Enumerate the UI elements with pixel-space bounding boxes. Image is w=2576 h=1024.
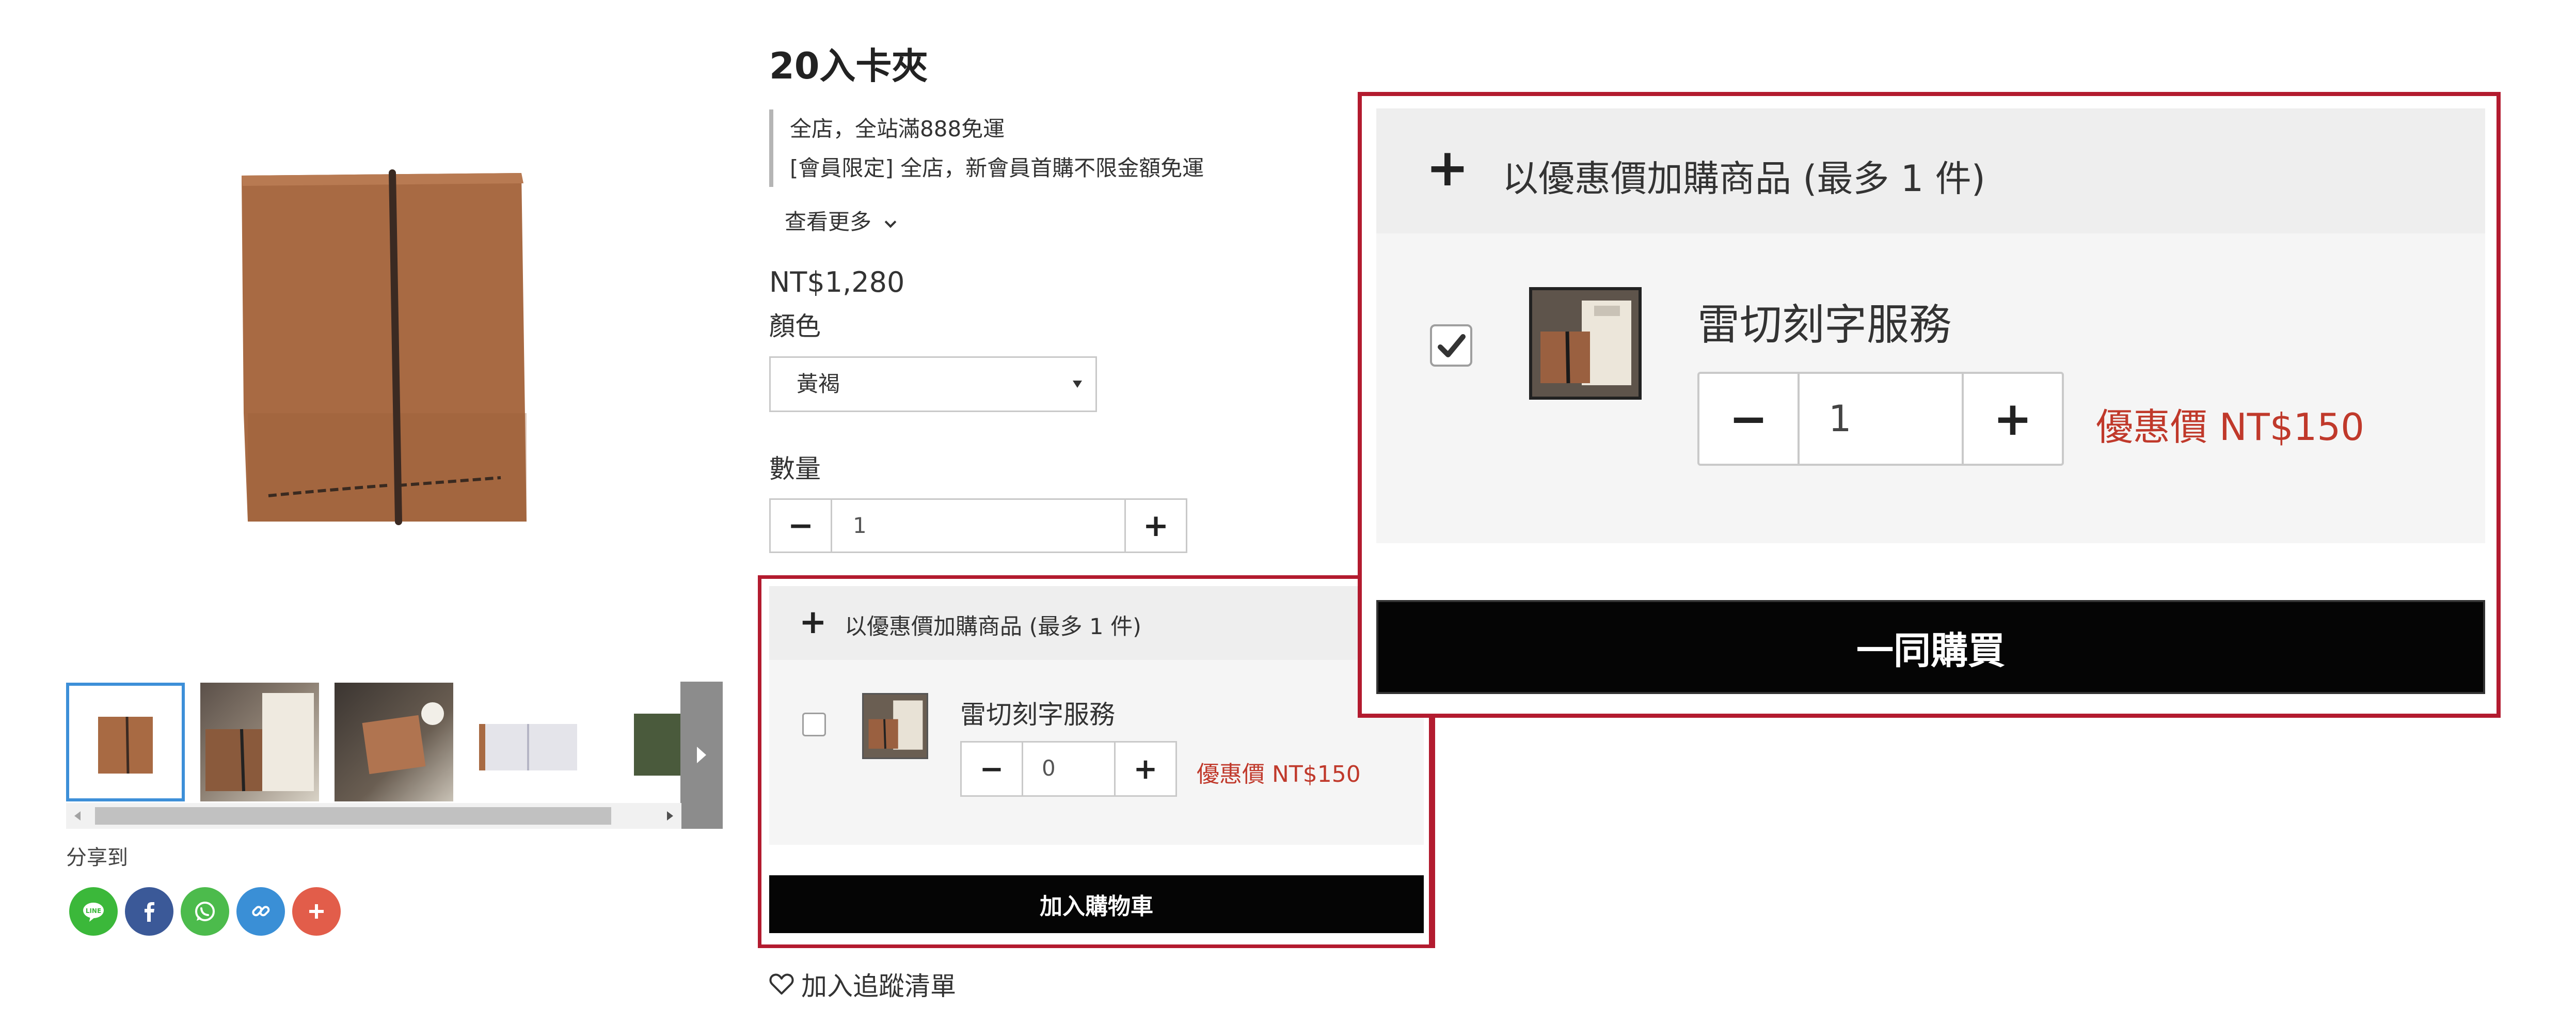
color-select-value: 黃褐 bbox=[797, 371, 840, 397]
addon-checkbox[interactable] bbox=[802, 713, 826, 736]
gallery-thumbnail[interactable] bbox=[603, 683, 680, 801]
quantity-label: 數量 bbox=[769, 454, 821, 484]
scroll-right-icon[interactable] bbox=[667, 811, 673, 821]
addon-header-label: 以優惠價加購商品 (最多 1 件) bbox=[845, 614, 1141, 640]
see-more-label: 查看更多 bbox=[785, 209, 872, 234]
gallery-scrollbar[interactable] bbox=[66, 803, 681, 829]
scrollbar-thumb[interactable] bbox=[95, 807, 611, 825]
add-to-cart-button[interactable]: 加入購物車 bbox=[769, 875, 1424, 933]
zoom-addon-header[interactable]: + 以優惠價加購商品 (最多 1 件) bbox=[1376, 108, 2485, 233]
product-price: NT$1,280 bbox=[769, 266, 905, 298]
product-main-image[interactable] bbox=[165, 93, 594, 558]
gallery-thumbnail[interactable] bbox=[200, 683, 319, 801]
zoom-addon-item-name: 雷切刻字服務 bbox=[1697, 301, 1952, 350]
zoom-addon-checkbox[interactable] bbox=[1430, 324, 1472, 367]
svg-text:LINE: LINE bbox=[86, 907, 101, 915]
share-label: 分享到 bbox=[66, 846, 128, 870]
plus-icon: + bbox=[799, 603, 827, 641]
callout-connector bbox=[1429, 714, 1433, 946]
gallery-thumbnail[interactable] bbox=[335, 683, 453, 801]
minus-icon[interactable]: − bbox=[1699, 374, 1798, 464]
gallery-thumbnail[interactable] bbox=[66, 683, 185, 801]
addon-quantity-input[interactable]: 0 bbox=[1022, 743, 1116, 795]
wishlist-label: 加入追蹤清單 bbox=[801, 971, 956, 1001]
addon-product-image bbox=[862, 693, 928, 759]
heart-icon bbox=[769, 973, 794, 995]
quantity-input[interactable]: 1 bbox=[831, 500, 1126, 552]
minus-icon[interactable]: − bbox=[962, 743, 1022, 795]
more-share-icon[interactable] bbox=[292, 887, 341, 936]
gallery-thumbnail[interactable] bbox=[469, 683, 587, 801]
plus-icon[interactable]: + bbox=[1116, 743, 1175, 795]
zoom-addon-header-label: 以優惠價加購商品 (最多 1 件) bbox=[1502, 157, 1985, 200]
whatsapp-icon[interactable] bbox=[181, 887, 229, 936]
promotion-item[interactable]: 全店，全站滿888免運 bbox=[790, 109, 1337, 149]
addon-item-price: 優惠價 NT$150 bbox=[1197, 761, 1361, 787]
color-select[interactable]: 黃褐 bbox=[769, 356, 1097, 412]
line-icon[interactable]: LINE bbox=[69, 887, 118, 936]
facebook-icon[interactable] bbox=[125, 887, 173, 936]
buy-together-button[interactable]: 一同購買 bbox=[1376, 600, 2485, 694]
gallery-next-arrow-icon[interactable] bbox=[680, 682, 723, 829]
plus-icon[interactable]: + bbox=[1126, 500, 1186, 552]
color-label: 顏色 bbox=[769, 311, 821, 341]
scroll-left-icon[interactable] bbox=[74, 811, 81, 821]
zoom-addon-quantity-stepper[interactable]: − 1 + bbox=[1697, 372, 2064, 466]
plus-icon: + bbox=[1426, 137, 1469, 198]
promotion-list: 全店，全站滿888免運 [會員限定] 全店，新會員首購不限金額免運 bbox=[769, 109, 1337, 187]
checkmark-icon bbox=[1438, 334, 1466, 357]
chevron-down-icon bbox=[885, 216, 897, 228]
promotion-item[interactable]: [會員限定] 全店，新會員首購不限金額免運 bbox=[790, 149, 1337, 188]
addon-quantity-stepper[interactable]: − 0 + bbox=[960, 741, 1177, 797]
see-more-link[interactable]: 查看更多 bbox=[785, 204, 897, 236]
zoom-addon-product-image bbox=[1529, 287, 1642, 400]
product-title: 20入卡夾 bbox=[769, 45, 928, 87]
link-icon[interactable] bbox=[236, 887, 285, 936]
plus-icon[interactable]: + bbox=[1964, 374, 2062, 464]
addon-header[interactable]: + 以優惠價加購商品 (最多 1 件) bbox=[769, 586, 1424, 660]
dropdown-caret-icon bbox=[1073, 381, 1082, 388]
wishlist-link[interactable]: 加入追蹤清單 bbox=[769, 966, 956, 1003]
addon-item-name: 雷切刻字服務 bbox=[960, 700, 1115, 730]
zoom-addon-item-price: 優惠價 NT$150 bbox=[2096, 405, 2364, 449]
quantity-stepper[interactable]: − 1 + bbox=[769, 498, 1187, 553]
zoom-addon-quantity-input[interactable]: 1 bbox=[1798, 374, 1964, 464]
minus-icon[interactable]: − bbox=[771, 500, 831, 552]
